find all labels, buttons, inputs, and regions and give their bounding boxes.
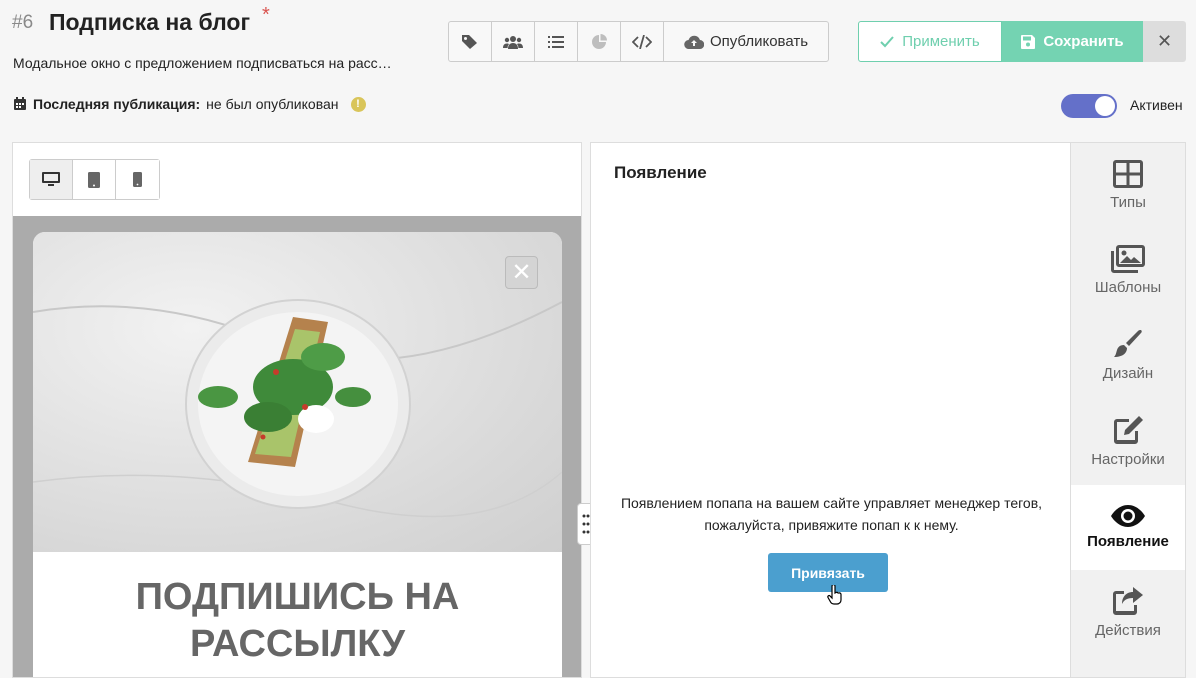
code-icon <box>632 34 652 49</box>
save-button[interactable]: Сохранить <box>1002 21 1143 62</box>
page-title: Подписка на блог <box>49 9 251 35</box>
info-text: Появлением попапа на вашем сайте управля… <box>591 492 1072 536</box>
hand-cursor-icon <box>827 585 842 605</box>
publish-button[interactable]: Опубликовать <box>664 22 828 61</box>
section-title: Появление <box>614 163 707 182</box>
sidebar-item-label: Действия <box>1095 622 1161 639</box>
pie-chart-icon <box>592 33 607 49</box>
device-switcher <box>29 159 160 200</box>
popup-heading-line1: ПОДПИШИСЬ НА <box>135 576 460 618</box>
toolbar: Опубликовать <box>448 21 829 62</box>
floppy-disk-icon <box>1021 34 1036 49</box>
sidebar-item-appearance[interactable]: Появление <box>1071 485 1185 570</box>
popup-preview: ✕ ПОДПИШИСЬ НА РАССЫЛКУ <box>33 232 562 677</box>
desktop-icon <box>42 172 60 186</box>
sidebar-item-actions[interactable]: Действия <box>1071 570 1185 655</box>
edit-icon <box>1114 416 1143 444</box>
statistics-button[interactable] <box>578 22 621 61</box>
toggle-knob <box>1095 96 1115 116</box>
apply-button[interactable]: Применить <box>858 21 1002 62</box>
tablet-icon <box>88 171 100 188</box>
warning-icon[interactable]: ! <box>350 96 366 112</box>
close-icon: ✕ <box>511 259 532 286</box>
eye-icon <box>1111 505 1145 527</box>
sidebar-item-label: Дизайн <box>1102 365 1154 382</box>
info-text-line1: Появлением попапа на вашем сайте управля… <box>620 495 1043 511</box>
sidebar-item-label: Типы <box>1110 194 1146 211</box>
close-icon: ✕ <box>1156 31 1173 51</box>
last-publication-value: не был опубликован <box>206 96 339 112</box>
sidebar-item-templates[interactable]: Шаблоны <box>1071 228 1185 313</box>
tags-button[interactable] <box>449 22 492 61</box>
check-icon <box>880 35 894 47</box>
list-button[interactable] <box>535 22 578 61</box>
popup-close-button[interactable]: ✕ <box>505 256 538 289</box>
active-toggle[interactable] <box>1061 94 1117 118</box>
device-mobile-button[interactable] <box>116 160 159 199</box>
list-icon <box>548 35 564 48</box>
popup-image <box>33 232 562 552</box>
active-label: Активен <box>1130 97 1183 113</box>
brush-icon <box>1114 330 1142 357</box>
share-icon <box>1113 587 1143 615</box>
last-publication: Последняя публикация: не был опубликован… <box>13 96 366 112</box>
device-desktop-button[interactable] <box>30 160 73 199</box>
audience-button[interactable] <box>492 22 535 61</box>
images-icon <box>1111 245 1145 273</box>
tags-icon <box>462 34 477 49</box>
sidebar-item-label: Шаблоны <box>1094 279 1162 296</box>
popup-heading-line2: РАССЫЛКУ <box>189 623 406 665</box>
close-button[interactable]: ✕ <box>1143 21 1186 62</box>
info-text-line2: пожалуйста, привяжите попап к к нему. <box>704 517 959 533</box>
grid-icon <box>1113 160 1143 188</box>
required-mark: * <box>262 4 270 26</box>
popup-preview-area: ✕ ПОДПИШИСЬ НА РАССЫЛКУ <box>13 216 581 677</box>
users-icon <box>503 35 523 49</box>
save-label: Сохранить <box>1043 33 1124 50</box>
calendar-icon <box>14 97 26 110</box>
sidebar-item-label: Появление <box>1087 533 1169 550</box>
campaign-id: #6 <box>12 12 34 33</box>
device-tablet-button[interactable] <box>73 160 116 199</box>
apply-label: Применить <box>902 33 980 50</box>
sidebar-item-types[interactable]: Типы <box>1071 143 1185 228</box>
preview-panel: ✕ ПОДПИШИСЬ НА РАССЫЛКУ <box>12 142 582 678</box>
publish-label: Опубликовать <box>709 33 809 50</box>
code-button[interactable] <box>621 22 664 61</box>
appearance-panel: Появление Появлением попапа на вашем сай… <box>590 142 1071 678</box>
popup-heading: ПОДПИШИСЬ НА РАССЫЛКУ <box>33 574 562 668</box>
last-publication-label: Последняя публикация: <box>33 96 201 112</box>
cloud-upload-icon <box>684 35 704 49</box>
sidebar-item-settings[interactable]: Настройки <box>1071 399 1185 484</box>
food-plate-image <box>33 299 562 518</box>
sidebar-item-design[interactable]: Дизайн <box>1071 313 1185 398</box>
mobile-icon <box>133 172 142 187</box>
editor-sidebar: Типы Шаблоны Дизайн Настройки Появление … <box>1070 142 1186 678</box>
drag-dots-icon <box>582 514 590 534</box>
sidebar-item-label: Настройки <box>1091 451 1165 468</box>
page-subtitle: Модальное окно с предложением подписвать… <box>13 55 392 71</box>
